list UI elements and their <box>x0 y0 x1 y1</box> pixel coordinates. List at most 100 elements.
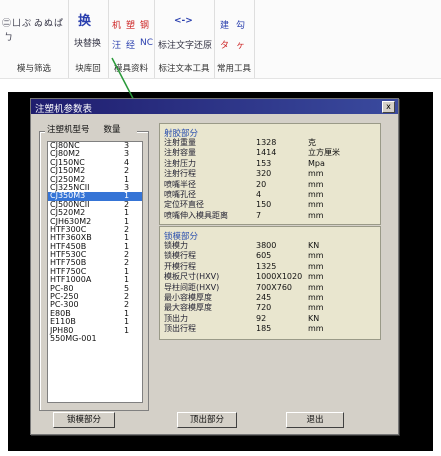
param-label: 顶出行程 <box>164 324 196 334</box>
param-label: 模板尺寸(HXV) <box>164 272 220 282</box>
ribbon-icon-1[interactable]: ㊁ <box>2 16 11 29</box>
tool-icon-3[interactable]: タ <box>220 38 229 51</box>
param-value: 720 <box>256 303 272 313</box>
param-label: 喷嘴半径 <box>164 179 196 189</box>
model-list[interactable]: CJ80NC 3 CJ80M2 3 CJ150NC 4 CJ150M2 2 CJ250M2 1 CJ… <box>47 141 143 403</box>
param-label: 注射重量 <box>164 138 196 147</box>
param-value: 1328 <box>256 138 277 147</box>
ribbon-icon-4[interactable]: ゐ <box>34 16 43 29</box>
injection-param-row: 注射行程 320 mm <box>160 169 380 179</box>
param-label: 最小容模厚度 <box>164 293 212 302</box>
close-button[interactable]: x <box>382 101 395 113</box>
param-label: 导柱间距(HXV) <box>164 282 220 292</box>
dialog-title: 注塑机参数表 <box>35 104 93 115</box>
param-label: 开模行程 <box>164 261 196 271</box>
block-replace-icon[interactable]: 换 <box>78 10 91 29</box>
ribbon-icon-6[interactable]: ぱ <box>54 16 63 29</box>
model-column-header: 注塑机型号 <box>47 125 90 135</box>
clamping-param-row: 开模行程 1325 mm <box>160 262 380 272</box>
ribbon-icon-2[interactable]: ㄩ <box>12 16 21 29</box>
ribbon-group-tools: 建 勾 タ ヶ 常用工具 <box>214 0 255 78</box>
injection-param-row: 注射压力 153 Mpa <box>160 159 380 169</box>
ribbon-icon-5[interactable]: ぬ <box>44 16 53 29</box>
param-value: 150 <box>256 200 272 210</box>
block-replace-label[interactable]: 块替换 <box>74 36 101 49</box>
param-unit: KN <box>308 241 320 250</box>
param-label: 注射容量 <box>164 148 196 158</box>
param-value: 1414 <box>256 148 277 158</box>
tool-icon-1[interactable]: 建 <box>220 18 229 31</box>
dimension-restore-label[interactable]: 标注文字还原 <box>158 38 212 51</box>
clamping-param-row: 锁模力 3800 KN <box>160 241 380 251</box>
mold-char-icon-3[interactable]: 钢 <box>140 18 149 31</box>
mold-char-icon-2[interactable]: 塑 <box>126 18 135 31</box>
ribbon-group-annotation-label: 标注文本工具 <box>158 64 210 74</box>
injection-param-row: 定位环直径 150 mm <box>160 200 380 210</box>
clamping-param-row: 顶出力 92 KN <box>160 314 380 324</box>
dimension-restore-icon[interactable]: <-> <box>174 16 193 26</box>
param-unit: mm <box>308 251 324 261</box>
mold-char-icon-6[interactable]: NC <box>140 38 153 48</box>
qty-column-header: 数量 <box>103 125 121 135</box>
param-value: 245 <box>256 293 272 302</box>
ribbon-group-mold-data: 机 塑 钢 汪 经 NC 模具资料 <box>108 0 155 78</box>
param-unit: mm <box>308 190 324 199</box>
clamping-param-row: 锁模行程 605 mm <box>160 251 380 261</box>
param-label: 注射行程 <box>164 169 196 179</box>
clamping-param-row: 导柱间距(HXV) 700X760 mm <box>160 283 380 293</box>
tool-icon-2[interactable]: 勾 <box>236 18 245 31</box>
eject-section-button[interactable]: 顶出部分 <box>177 412 237 428</box>
clamp-section-button[interactable]: 锁模部分 <box>53 412 115 428</box>
param-value: 320 <box>256 169 272 179</box>
injection-param-row: 注射容量 1414 立方厘米 <box>160 148 380 158</box>
tool-icon-4[interactable]: ヶ <box>236 38 245 51</box>
param-value: 4 <box>256 190 262 199</box>
param-label: 喷嘴孔径 <box>164 190 196 199</box>
param-unit: 克 <box>308 138 316 147</box>
param-value: 92 <box>256 313 267 323</box>
ribbon-group-tools-label: 常用工具 <box>216 64 251 74</box>
param-value: 20 <box>256 179 267 189</box>
param-unit: mm <box>308 303 324 313</box>
param-value: 605 <box>256 251 272 261</box>
ribbon-group-block-label: 块库回 <box>75 64 101 74</box>
close-icon: x <box>386 102 391 111</box>
param-label: 锁模力 <box>164 241 188 250</box>
injection-param-row: 喷嘴半径 20 mm <box>160 180 380 190</box>
dialog-titlebar[interactable]: 注塑机参数表 x <box>31 99 398 115</box>
injection-param-row: 喷嘴伸入模具距离 7 mm <box>160 211 380 221</box>
param-value: 700X760 <box>256 282 293 292</box>
param-unit: mm <box>308 324 324 334</box>
injection-param-row: 注射重量 1328 克 <box>160 138 380 148</box>
exit-button[interactable]: 退出 <box>286 412 344 428</box>
param-value: 3800 <box>256 241 277 250</box>
param-unit: mm <box>308 200 324 210</box>
param-label: 锁模行程 <box>164 251 196 261</box>
param-value: 1000X1020 <box>256 272 303 282</box>
injection-machine-params-dialog: 注塑机参数表 x 注塑机型号 数量 CJ80NC 3 CJ80M2 3 CJ150NC 4 C… <box>30 98 399 435</box>
param-label: 喷嘴伸入模具距离 <box>164 210 228 220</box>
mold-char-icon-4[interactable]: 汪 <box>112 38 121 51</box>
clamping-param-row: 最大容模厚度 720 mm <box>160 303 380 313</box>
ribbon-icon-3[interactable]: ぷ <box>22 16 31 29</box>
param-value: 185 <box>256 324 272 334</box>
ribbon-group-filter-label: 模与筛选 <box>16 64 51 74</box>
injection-panel: 射胶部分 注射重量 1328 克注射容量 1414 立方厘米 注射压力 153 Mpa 注射行程… <box>159 123 381 225</box>
param-label: 最大容模厚度 <box>164 303 212 313</box>
model-list-item[interactable]: 550MG-001 <box>48 333 142 343</box>
mold-char-icon-5[interactable]: 经 <box>126 38 135 51</box>
model-name: 550MG-001 <box>50 333 97 343</box>
mold-char-icon-1[interactable]: 机 <box>112 18 121 31</box>
ribbon-group-block: 换 块替换 块库回 <box>68 0 109 78</box>
param-unit: mm <box>308 272 324 282</box>
param-unit: mm <box>308 293 324 302</box>
ribbon-group-mold-label: 模具资料 <box>113 64 148 74</box>
param-unit: mm <box>308 169 324 179</box>
clamping-panel: 锁模部分 锁模力 3800 KN 锁模行程 605 mm 开模行程 1325 mm 模板尺寸(HX… <box>159 226 381 340</box>
model-qty: 1 <box>124 325 130 335</box>
param-unit: mm <box>308 261 324 271</box>
param-label: 注射压力 <box>164 158 196 168</box>
clamping-param-row: 顶出行程 185 mm <box>160 324 380 334</box>
ribbon-icon-7[interactable]: ㄅ <box>4 30 13 43</box>
param-value: 153 <box>256 158 272 168</box>
